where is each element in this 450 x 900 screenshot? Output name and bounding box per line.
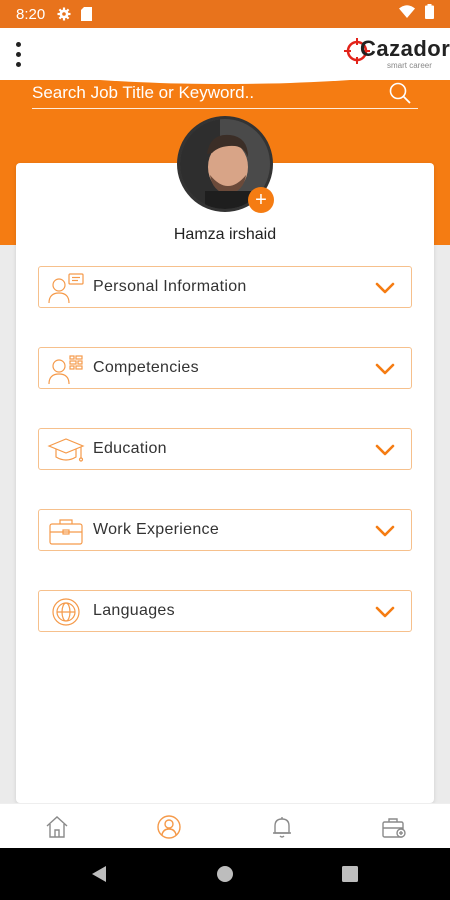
globe-icon <box>47 596 85 628</box>
profile-name: Hamza irshaid <box>173 226 277 243</box>
brand-tagline: smart career <box>387 61 432 70</box>
section-label: Competencies <box>93 359 199 376</box>
person-id-icon <box>47 272 85 304</box>
overflow-menu-button[interactable] <box>10 36 26 72</box>
section-label: Personal Information <box>93 278 247 295</box>
home-icon[interactable] <box>44 814 70 840</box>
section-languages[interactable]: Languages <box>38 590 412 632</box>
wifi-icon <box>399 5 415 23</box>
jobs-icon[interactable] <box>381 814 407 840</box>
home-circle-icon[interactable] <box>216 865 234 888</box>
back-icon[interactable] <box>90 865 108 888</box>
chevron-down-icon[interactable] <box>375 605 395 623</box>
chevron-down-icon[interactable] <box>375 443 395 461</box>
settings-gear-icon <box>57 7 71 21</box>
section-work-experience[interactable]: Work Experience <box>38 509 412 551</box>
search-icon[interactable] <box>388 81 412 110</box>
status-bar: 8:20 <box>0 0 450 28</box>
bottom-navigation <box>0 803 450 849</box>
battery-icon <box>425 4 434 24</box>
chevron-down-icon[interactable] <box>375 281 395 299</box>
chevron-down-icon[interactable] <box>375 362 395 380</box>
profile-card <box>16 163 434 803</box>
search-bar <box>32 80 418 109</box>
chevron-down-icon[interactable] <box>375 524 395 542</box>
app-bar: Cazador smart career <box>0 28 450 80</box>
section-competencies[interactable]: Competencies <box>38 347 412 389</box>
status-time: 8:20 <box>16 5 46 23</box>
bell-icon[interactable] <box>269 814 295 840</box>
add-photo-button[interactable]: + <box>248 187 274 213</box>
briefcase-icon <box>47 515 85 547</box>
recents-icon[interactable] <box>342 866 358 887</box>
brand-name: Cazador <box>360 36 450 61</box>
search-input[interactable] <box>32 80 372 106</box>
section-label: Languages <box>93 602 175 619</box>
section-personal-information[interactable]: Personal Information <box>38 266 412 308</box>
brand-logo: Cazador smart career <box>344 36 450 76</box>
sd-card-icon <box>81 7 93 21</box>
section-label: Education <box>93 440 167 457</box>
system-navigation-bar <box>0 848 450 900</box>
section-label: Work Experience <box>93 521 220 538</box>
section-education[interactable]: Education <box>38 428 412 470</box>
profile-icon[interactable] <box>156 814 182 840</box>
person-skills-icon <box>47 353 85 385</box>
graduation-cap-icon <box>47 434 85 466</box>
